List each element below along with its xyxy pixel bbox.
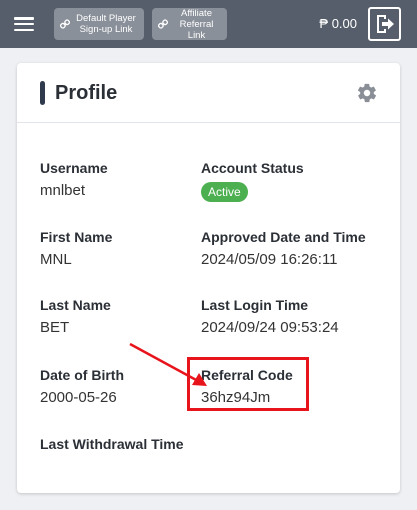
gear-icon[interactable] <box>356 82 378 104</box>
profile-card: Profile Username mnlbet Account Status A… <box>17 63 400 493</box>
username-value: mnlbet <box>40 182 86 199</box>
first-name-label: First Name <box>40 229 113 245</box>
last-name-value: BET <box>40 319 70 336</box>
date-of-birth-label: Date of Birth <box>40 367 124 383</box>
link-icon <box>158 19 168 29</box>
first-name-value: MNL <box>40 251 72 268</box>
username-label: Username <box>40 160 108 176</box>
last-name-label: Last Name <box>40 297 111 313</box>
hamburger-icon <box>14 17 34 31</box>
title-accent-bar <box>40 81 45 105</box>
top-bar: Default Player Sign-up Link Affiliate Re… <box>0 0 417 48</box>
last-withdrawal-label: Last Withdrawal Time <box>40 436 184 452</box>
profile-card-header: Profile <box>17 63 400 123</box>
affiliate-referral-link-button[interactable]: Affiliate Referral Link <box>152 7 227 41</box>
account-status-label: Account Status <box>201 160 304 176</box>
default-player-signup-link-button[interactable]: Default Player Sign-up Link <box>54 8 144 40</box>
page-title: Profile <box>55 82 118 104</box>
link-icon <box>60 19 70 29</box>
approved-date-label: Approved Date and Time <box>201 229 366 245</box>
approved-date-value: 2024/05/09 16:26:11 <box>201 251 338 268</box>
last-login-label: Last Login Time <box>201 297 309 313</box>
affiliate-referral-link-label: Affiliate Referral Link <box>179 7 214 41</box>
default-player-signup-link-label: Default Player Sign-up Link <box>76 13 136 35</box>
menu-button[interactable] <box>0 0 48 48</box>
logout-button[interactable] <box>368 7 401 41</box>
logout-icon <box>376 15 394 33</box>
wallet-balance: ₱ 0.00 <box>319 16 357 31</box>
date-of-birth-value: 2000-05-26 <box>40 389 117 406</box>
status-badge: Active <box>201 182 248 202</box>
referral-code-highlight-box <box>187 357 309 411</box>
last-login-value: 2024/09/24 09:53:24 <box>201 319 339 336</box>
